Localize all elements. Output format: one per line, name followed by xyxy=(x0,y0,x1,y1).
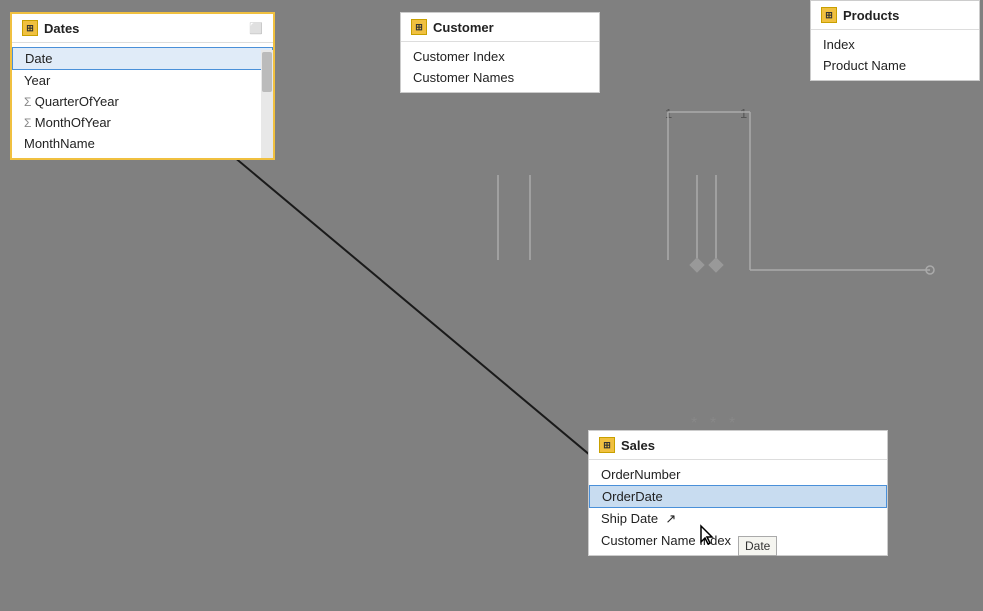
dates-row-monthofyear[interactable]: MonthOfYear xyxy=(12,112,273,133)
dates-scrollbar-thumb xyxy=(262,52,272,92)
dates-row-year[interactable]: Year xyxy=(12,70,273,91)
products-table: ⊞ Products Index Product Name xyxy=(810,0,980,81)
dates-table: ⊞ Dates ⬜ Date Year QuarterOfYear MonthO… xyxy=(10,12,275,160)
svg-text:1: 1 xyxy=(665,106,672,121)
sales-row-customernameindex[interactable]: Customer Name Index xyxy=(589,530,887,551)
sales-row-orderdate[interactable]: OrderDate xyxy=(589,485,887,508)
dates-table-header: ⊞ Dates ⬜ xyxy=(12,14,273,43)
products-table-header: ⊞ Products xyxy=(811,1,979,30)
dates-expand-icon[interactable]: ⬜ xyxy=(249,22,263,35)
products-table-icon: ⊞ xyxy=(821,7,837,23)
sales-row-shipdate[interactable]: Ship Date ↗ xyxy=(589,508,887,530)
dates-table-icon: ⊞ xyxy=(22,20,38,36)
customer-table-header: ⊞ Customer xyxy=(401,13,599,42)
customer-row-names[interactable]: Customer Names xyxy=(401,67,599,88)
dates-row-date[interactable]: Date xyxy=(12,47,273,70)
products-row-name[interactable]: Product Name xyxy=(811,55,979,76)
dates-table-body: Date Year QuarterOfYear MonthOfYear Mont… xyxy=(12,43,273,158)
products-row-index[interactable]: Index xyxy=(811,34,979,55)
sales-table-body: OrderNumber OrderDate Ship Date ↗ Custom… xyxy=(589,460,887,555)
products-table-body: Index Product Name xyxy=(811,30,979,80)
customer-table-icon: ⊞ xyxy=(411,19,427,35)
dates-row-quarterofyear[interactable]: QuarterOfYear xyxy=(12,91,273,112)
customer-table: ⊞ Customer Customer Index Customer Names xyxy=(400,12,600,93)
sales-row-ordernumber[interactable]: OrderNumber xyxy=(589,464,887,485)
dates-table-title: Dates xyxy=(44,21,79,36)
sales-table-icon: ⊞ xyxy=(599,437,615,453)
svg-text:1: 1 xyxy=(740,106,747,121)
dates-scrollbar[interactable] xyxy=(261,50,273,158)
customer-table-body: Customer Index Customer Names xyxy=(401,42,599,92)
sales-table-header: ⊞ Sales xyxy=(589,431,887,460)
sales-table-title: Sales xyxy=(621,438,655,453)
sales-table: ⊞ Sales OrderNumber OrderDate Ship Date … xyxy=(588,430,888,556)
dates-row-monthname[interactable]: MonthName xyxy=(12,133,273,154)
customer-table-title: Customer xyxy=(433,20,494,35)
products-table-title: Products xyxy=(843,8,899,23)
customer-row-index[interactable]: Customer Index xyxy=(401,46,599,67)
